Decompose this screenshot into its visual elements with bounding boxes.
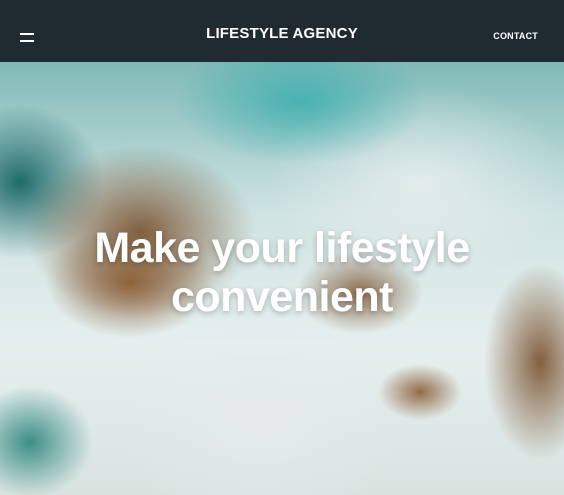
contact-link[interactable]: CONTACT <box>493 31 538 41</box>
hero-headline: Make your lifestyle convenient <box>94 224 470 321</box>
top-navigation-bar: LIFESTYLE AGENCY CONTACT <box>0 0 564 62</box>
brand-title[interactable]: LIFESTYLE AGENCY <box>0 25 564 42</box>
hero-background-image: Make your lifestyle convenient <box>0 62 564 495</box>
